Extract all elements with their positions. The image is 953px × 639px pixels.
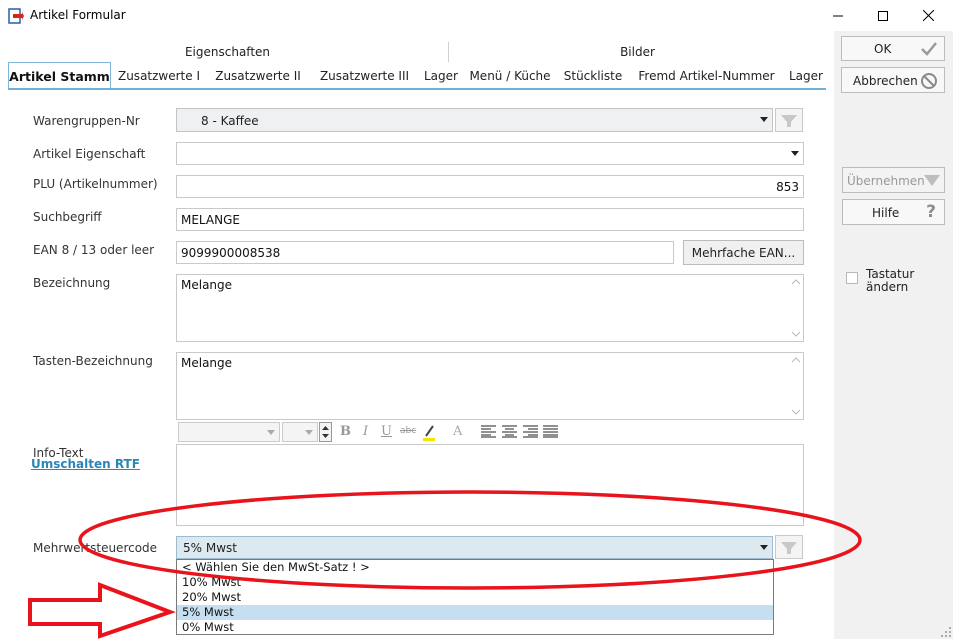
tab-zusatzwerte-2[interactable]: Zusatzwerte II — [209, 65, 307, 88]
uebernehmen-label: Übernehmen — [847, 174, 925, 188]
scroll-up-icon[interactable] — [791, 279, 801, 285]
resize-grip-icon[interactable] — [940, 626, 952, 638]
dropdown-option[interactable]: 20% Mwst — [177, 590, 773, 605]
dropdown-option-selected[interactable]: 5% Mwst — [177, 605, 773, 620]
checkmark-icon — [921, 42, 937, 56]
chevron-down-icon — [760, 117, 768, 122]
warengruppe-label: Warengruppen-Nr — [33, 114, 140, 128]
maximize-button[interactable] — [860, 0, 906, 31]
tab-lager-2[interactable]: Lager — [786, 65, 826, 88]
dropdown-option[interactable]: < Wählen Sie den MwSt-Satz ! > — [177, 560, 773, 575]
font-size-stepper[interactable] — [319, 422, 332, 442]
tab-underline — [8, 88, 826, 90]
warengruppe-select[interactable]: 8 - Kaffee — [176, 108, 773, 132]
scroll-down-icon[interactable] — [791, 331, 801, 337]
font-color-button[interactable]: A — [453, 424, 462, 439]
eigenschaft-label: Artikel Eigenschaft — [33, 147, 146, 161]
filter-icon — [781, 115, 797, 127]
tasten-value: Melange — [181, 356, 233, 370]
stepper-arrows-icon — [322, 426, 329, 438]
tab-artikel-stamm[interactable]: Artikel Stamm — [8, 62, 111, 89]
ean-input[interactable]: 9099900008538 — [176, 241, 674, 264]
bezeichnung-value: Melange — [181, 278, 233, 292]
tab-lager[interactable]: Lager — [420, 65, 462, 88]
tab-fremd-artikel-nummer[interactable]: Fremd Artikel-Nummer — [636, 65, 777, 88]
filter-button-mwst[interactable] — [775, 535, 803, 559]
suchbegriff-input[interactable]: MELANGE — [176, 208, 804, 231]
italic-button[interactable]: I — [363, 424, 368, 439]
dropdown-option[interactable]: 10% Mwst — [177, 575, 773, 590]
warengruppe-value: 8 - Kaffee — [201, 114, 259, 128]
mehrfache-ean-button[interactable]: Mehrfache EAN... — [683, 240, 804, 265]
bold-button[interactable]: B — [340, 424, 351, 439]
filter-button-warengruppe[interactable] — [775, 108, 803, 132]
info-text-editor[interactable] — [176, 444, 804, 526]
ean-label: EAN 8 / 13 oder leer — [33, 243, 155, 257]
plu-input[interactable]: 853 — [176, 175, 804, 198]
bezeichnung-label: Bezeichnung — [33, 276, 111, 290]
dropdown-option[interactable]: 0% Mwst — [177, 620, 773, 635]
abbrechen-label: Abbrechen — [853, 74, 918, 88]
annotation-arrow — [28, 582, 176, 639]
app-icon — [8, 8, 24, 24]
tab-zusatzwerte-3[interactable]: Zusatzwerte III — [313, 65, 416, 88]
right-button-panel — [834, 31, 953, 639]
minimize-icon — [833, 15, 843, 16]
cancel-icon — [921, 73, 937, 89]
bezeichnung-textarea[interactable]: Melange — [176, 274, 804, 342]
chevron-down-icon — [760, 545, 768, 550]
close-button[interactable] — [905, 0, 951, 31]
chevron-down-icon — [791, 151, 799, 156]
strikethrough-button[interactable]: abc — [400, 426, 416, 436]
tastatur-checkbox[interactable] — [846, 272, 858, 284]
minimize-button[interactable] — [815, 0, 861, 31]
mwst-dropdown-list: < Wählen Sie den MwSt-Satz ! > 10% Mwst … — [176, 559, 774, 635]
mwst-label: Mehrwertsteuercode — [33, 541, 158, 555]
tastatur-label: Tastatur ändern — [866, 268, 914, 294]
rtf-toolbar: B I U abc A — [176, 421, 562, 443]
eigenschaft-select[interactable] — [176, 142, 804, 165]
align-right-icon[interactable] — [523, 425, 538, 438]
window-title: Artikel Formular — [30, 8, 126, 22]
umschalten-rtf-link[interactable]: Umschalten RTF — [31, 457, 140, 471]
align-center-icon[interactable] — [502, 425, 517, 438]
chevron-down-icon — [305, 430, 313, 435]
filter-icon — [781, 542, 797, 554]
tab-stueckliste[interactable]: Stückliste — [560, 65, 626, 88]
font-family-select[interactable] — [178, 422, 280, 442]
abbrechen-button[interactable]: Abbrechen — [841, 67, 945, 93]
ok-label: OK — [874, 42, 892, 56]
hilfe-button[interactable]: Hilfe ? — [842, 199, 945, 225]
maximize-icon — [878, 10, 888, 21]
underline-button[interactable]: U — [381, 424, 392, 439]
title-bar — [0, 0, 953, 31]
tab-group-divider — [448, 42, 449, 62]
scroll-up-icon[interactable] — [791, 357, 801, 363]
tab-zusatzwerte-1[interactable]: Zusatzwerte I — [113, 65, 205, 88]
highlight-pen-icon[interactable] — [422, 423, 436, 442]
tasten-textarea[interactable]: Melange — [176, 352, 804, 420]
uebernehmen-button[interactable]: Übernehmen — [842, 167, 945, 193]
ok-button[interactable]: OK — [841, 36, 945, 61]
tab-group-bilder[interactable]: Bilder — [560, 45, 715, 59]
plu-label: PLU (Artikelnummer) — [33, 177, 158, 191]
tastatur-label-line2: ändern — [866, 280, 909, 294]
tab-menu-kueche[interactable]: Menü / Küche — [466, 65, 554, 88]
suchbegriff-label: Suchbegriff — [33, 210, 102, 224]
hilfe-label: Hilfe — [872, 206, 900, 220]
mwst-select[interactable]: 5% Mwst — [176, 536, 773, 559]
triangle-down-icon — [924, 175, 940, 186]
align-justify-icon[interactable] — [543, 425, 558, 438]
scroll-down-icon[interactable] — [791, 409, 801, 415]
font-size-select[interactable] — [282, 422, 318, 442]
help-icon: ? — [926, 202, 936, 222]
align-left-icon[interactable] — [481, 425, 496, 438]
tab-group-eigenschaften: Eigenschaften — [184, 45, 271, 59]
tasten-label: Tasten-Bezeichnung — [33, 354, 153, 368]
chevron-down-icon — [267, 430, 275, 435]
mwst-value: 5% Mwst — [183, 541, 237, 555]
close-icon — [922, 10, 934, 21]
